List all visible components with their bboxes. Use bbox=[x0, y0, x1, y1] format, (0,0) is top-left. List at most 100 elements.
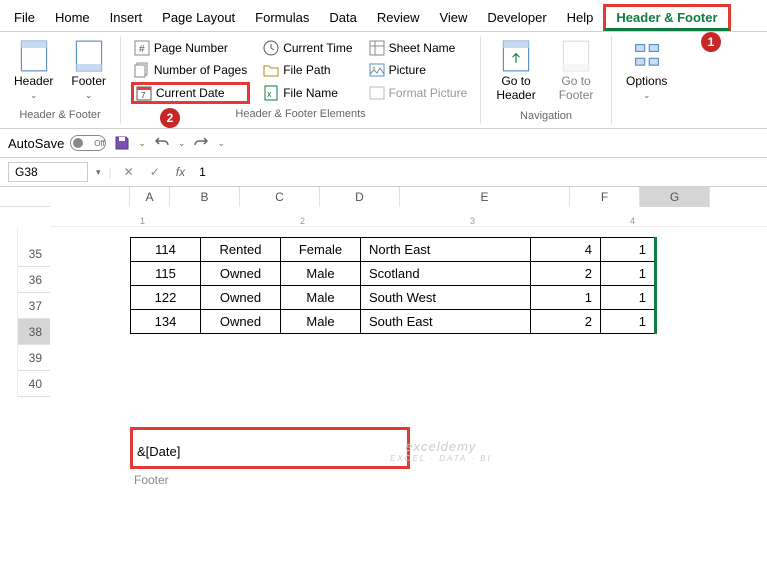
footer-icon bbox=[75, 40, 103, 72]
undo-icon bbox=[154, 135, 170, 151]
tab-data[interactable]: Data bbox=[319, 4, 366, 31]
number-of-pages-button[interactable]: Number of Pages bbox=[131, 60, 250, 80]
goto-header-icon bbox=[502, 40, 530, 72]
page-number-button[interactable]: # Page Number bbox=[131, 38, 250, 58]
formula-input[interactable] bbox=[197, 163, 759, 181]
autosave-toggle[interactable]: Off bbox=[70, 135, 106, 151]
table-row[interactable]: 122 Owned Male South West 1 1 bbox=[131, 286, 656, 310]
data-table: 114 Rented Female North East 4 1 115 Own… bbox=[130, 237, 657, 334]
options-button[interactable]: Options ⌄ bbox=[620, 38, 673, 103]
svg-text:#: # bbox=[139, 44, 145, 55]
group-label-elements: Header & Footer Elements bbox=[235, 108, 365, 120]
footer-left-section[interactable]: &[Date] bbox=[130, 427, 410, 469]
callout-2: 2 bbox=[160, 108, 180, 128]
footer-button[interactable]: Footer ⌄ bbox=[65, 38, 112, 103]
tab-file[interactable]: File bbox=[4, 4, 45, 31]
col-head-b[interactable]: B bbox=[170, 187, 240, 207]
tab-help[interactable]: Help bbox=[557, 4, 604, 31]
goto-footer-label: Go to Footer bbox=[555, 74, 597, 102]
tab-insert[interactable]: Insert bbox=[100, 4, 153, 31]
group-label-hf: Header & Footer bbox=[19, 109, 100, 121]
group-navigation: Go to Header Go to Footer Navigation bbox=[481, 36, 612, 124]
chevron-down-icon[interactable]: ⌄ bbox=[178, 138, 186, 149]
name-box[interactable]: G38 bbox=[8, 162, 88, 182]
goto-footer-icon bbox=[562, 40, 590, 72]
current-date-button[interactable]: 7 Current Date bbox=[131, 82, 250, 104]
ribbon: Header ⌄ Footer ⌄ Header & Footer # Page… bbox=[0, 32, 767, 129]
tab-review[interactable]: Review bbox=[367, 4, 430, 31]
row-head-39[interactable]: 39 bbox=[18, 345, 50, 371]
goto-header-label: Go to Header bbox=[495, 74, 537, 102]
chevron-down-icon: ⌄ bbox=[85, 90, 93, 101]
undo-button[interactable] bbox=[152, 133, 172, 153]
select-all-corner[interactable] bbox=[0, 187, 50, 207]
autosave-label: AutoSave bbox=[8, 136, 64, 151]
file-path-button[interactable]: File Path bbox=[260, 60, 355, 80]
tab-page-layout[interactable]: Page Layout bbox=[152, 4, 245, 31]
tab-view[interactable]: View bbox=[429, 4, 477, 31]
sheet-icon bbox=[369, 40, 385, 56]
chevron-down-icon: ⌄ bbox=[643, 90, 651, 101]
goto-footer-button: Go to Footer bbox=[549, 38, 603, 104]
chevron-down-icon[interactable]: ⌄ bbox=[138, 138, 146, 149]
column-headers: A B C D E F G bbox=[50, 187, 767, 207]
table-row[interactable]: 114 Rented Female North East 4 1 bbox=[131, 238, 656, 262]
picture-button[interactable]: Picture bbox=[366, 60, 471, 80]
col-head-e[interactable]: E bbox=[400, 187, 570, 207]
table-row[interactable]: 134 Owned Male South East 2 1 bbox=[131, 310, 656, 334]
row-headers: 35 36 37 38 39 40 bbox=[18, 227, 50, 397]
save-button[interactable] bbox=[112, 133, 132, 153]
page-layout-view[interactable]: 114 Rented Female North East 4 1 115 Own… bbox=[50, 227, 767, 397]
footer-code: &[Date] bbox=[137, 444, 180, 459]
page-number-icon: # bbox=[134, 40, 150, 56]
table-row[interactable]: 115 Owned Male Scotland 2 1 bbox=[131, 262, 656, 286]
header-button[interactable]: Header ⌄ bbox=[8, 38, 59, 103]
tab-developer[interactable]: Developer bbox=[477, 4, 556, 31]
file-name-button[interactable]: x File Name bbox=[260, 82, 355, 104]
picture-icon bbox=[369, 62, 385, 78]
folder-icon bbox=[263, 62, 279, 78]
footer-label: Footer bbox=[71, 74, 106, 88]
col-head-d[interactable]: D bbox=[320, 187, 400, 207]
format-picture-icon bbox=[369, 85, 385, 101]
row-head-35[interactable]: 35 bbox=[18, 241, 50, 267]
ribbon-tabs: File Home Insert Page Layout Formulas Da… bbox=[0, 0, 767, 32]
chevron-down-icon[interactable]: ▾ bbox=[96, 167, 101, 178]
format-picture-button: Format Picture bbox=[366, 82, 471, 104]
row-head-36[interactable]: 36 bbox=[18, 267, 50, 293]
pages-icon bbox=[134, 62, 150, 78]
row-head-40[interactable]: 40 bbox=[18, 371, 50, 397]
tab-home[interactable]: Home bbox=[45, 4, 100, 31]
excel-file-icon: x bbox=[263, 85, 279, 101]
col-head-f[interactable]: F bbox=[570, 187, 640, 207]
clock-icon bbox=[263, 40, 279, 56]
options-label: Options bbox=[626, 74, 667, 88]
fx-button[interactable]: fx bbox=[172, 165, 189, 179]
col-blank bbox=[50, 187, 130, 207]
options-icon bbox=[633, 40, 661, 72]
enter-formula-button[interactable]: ✓ bbox=[146, 165, 164, 179]
col-head-c[interactable]: C bbox=[240, 187, 320, 207]
sheet-name-button[interactable]: Sheet Name bbox=[366, 38, 471, 58]
svg-text:7: 7 bbox=[141, 91, 146, 100]
callout-1: 1 bbox=[701, 32, 721, 52]
current-time-button[interactable]: Current Time bbox=[260, 38, 355, 58]
row-head-37[interactable]: 37 bbox=[18, 293, 50, 319]
cancel-formula-button[interactable]: ✕ bbox=[120, 165, 138, 179]
redo-icon bbox=[193, 135, 209, 151]
calendar-icon: 7 bbox=[136, 85, 152, 101]
tab-header-footer[interactable]: Header & Footer bbox=[603, 4, 730, 31]
chevron-down-icon[interactable]: ⌄ bbox=[217, 138, 225, 149]
goto-header-button[interactable]: Go to Header bbox=[489, 38, 543, 104]
vertical-ruler bbox=[0, 227, 18, 397]
header-icon bbox=[20, 40, 48, 72]
row-head-38[interactable]: 38 bbox=[18, 319, 50, 345]
col-head-a[interactable]: A bbox=[130, 187, 170, 207]
save-icon bbox=[114, 135, 130, 151]
tab-formulas[interactable]: Formulas bbox=[245, 4, 319, 31]
svg-text:x: x bbox=[267, 89, 272, 99]
col-head-g[interactable]: G bbox=[640, 187, 710, 207]
group-label-nav: Navigation bbox=[520, 110, 572, 122]
watermark: exceldemy EXCEL · DATA · BI bbox=[390, 439, 492, 463]
redo-button[interactable] bbox=[191, 133, 211, 153]
